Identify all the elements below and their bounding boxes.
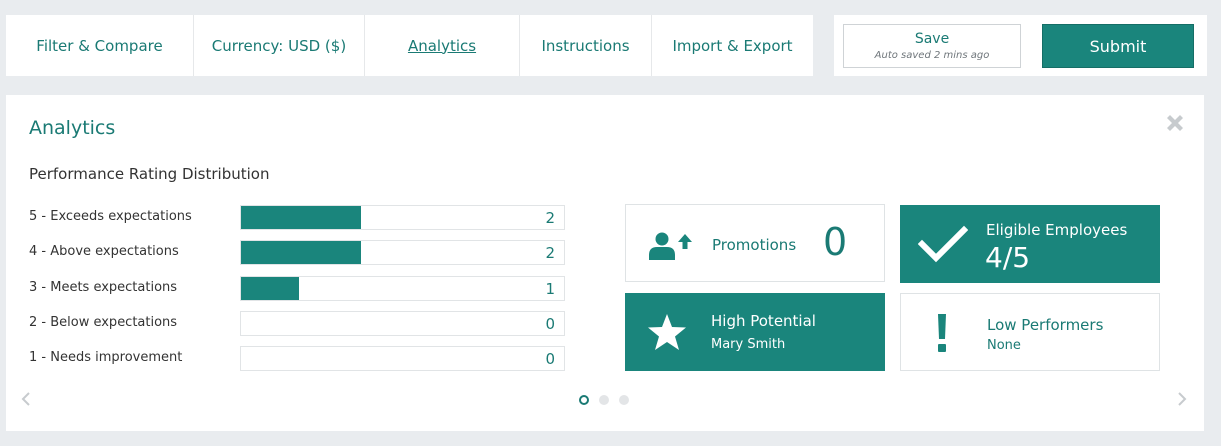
top-toolbar: Filter & Compare Currency: USD ($) Analy… [6, 15, 813, 76]
low-performers-card: Low Performers None [900, 293, 1160, 371]
carousel-dot[interactable] [579, 395, 589, 405]
tab-analytics[interactable]: Analytics [365, 15, 520, 76]
rating-row: 2 - Below expectations 0 [29, 311, 569, 336]
save-button[interactable]: Save Auto saved 2 mins ago [843, 24, 1021, 68]
rating-bar-fill [241, 206, 361, 229]
rating-bar: 0 [240, 311, 565, 336]
rating-bar: 0 [240, 346, 565, 371]
action-bar: Save Auto saved 2 mins ago Submit [834, 15, 1207, 76]
low-performers-title: Low Performers [987, 316, 1104, 334]
eligible-employees-card: Eligible Employees 4/5 [900, 205, 1160, 283]
high-potential-title: High Potential [711, 312, 816, 330]
analytics-panel: Analytics Performance Rating Distributio… [6, 95, 1204, 431]
autosave-status: Auto saved 2 mins ago [874, 50, 990, 61]
rating-bar-fill [241, 241, 361, 264]
submit-button[interactable]: Submit [1042, 24, 1194, 68]
carousel-dot[interactable] [599, 395, 609, 405]
panel-title: Analytics [29, 117, 116, 139]
high-potential-card: High Potential Mary Smith [625, 293, 885, 371]
rating-label: 4 - Above expectations [29, 244, 179, 259]
rating-count: 2 [545, 244, 555, 262]
rating-count: 0 [545, 350, 555, 368]
tab-filter-compare[interactable]: Filter & Compare [6, 15, 194, 76]
rating-label: 3 - Meets expectations [29, 280, 178, 295]
rating-count: 2 [545, 209, 555, 227]
eligible-employees-count: 4/5 [985, 241, 1031, 274]
promotions-card: Promotions 0 [625, 204, 885, 282]
rating-row: 3 - Meets expectations 1 [29, 276, 569, 301]
section-title: Performance Rating Distribution [29, 165, 270, 183]
carousel-dot[interactable] [619, 395, 629, 405]
save-label: Save [914, 31, 950, 47]
high-potential-name: Mary Smith [711, 337, 786, 352]
rating-bar: 2 [240, 240, 565, 265]
rating-label: 5 - Exceeds expectations [29, 209, 192, 224]
rating-bar: 1 [240, 276, 565, 301]
rating-row: 1 - Needs improvement 0 [29, 346, 569, 371]
check-icon [918, 225, 968, 263]
eligible-employees-title: Eligible Employees [986, 221, 1128, 239]
star-icon [648, 314, 686, 350]
rating-row: 4 - Above expectations 2 [29, 240, 569, 265]
rating-bar: 2 [240, 205, 565, 230]
rating-row: 5 - Exceeds expectations 2 [29, 205, 569, 230]
chevron-right-icon[interactable] [1174, 391, 1190, 407]
rating-count: 0 [545, 315, 555, 333]
rating-label: 1 - Needs improvement [29, 350, 183, 365]
user-up-icon [649, 232, 692, 260]
promotions-count: 0 [823, 220, 848, 264]
tab-instructions[interactable]: Instructions [520, 15, 652, 76]
tab-currency[interactable]: Currency: USD ($) [194, 15, 365, 76]
rating-bar-fill [241, 277, 300, 300]
promotions-title: Promotions [712, 236, 797, 254]
tab-import-export[interactable]: Import & Export [652, 15, 813, 76]
rating-count: 1 [545, 280, 555, 298]
chevron-left-icon[interactable] [18, 391, 34, 407]
rating-label: 2 - Below expectations [29, 315, 178, 330]
exclamation-icon [938, 314, 946, 352]
carousel-dots [579, 395, 629, 405]
close-icon[interactable] [1163, 111, 1187, 135]
low-performers-value: None [987, 338, 1021, 353]
